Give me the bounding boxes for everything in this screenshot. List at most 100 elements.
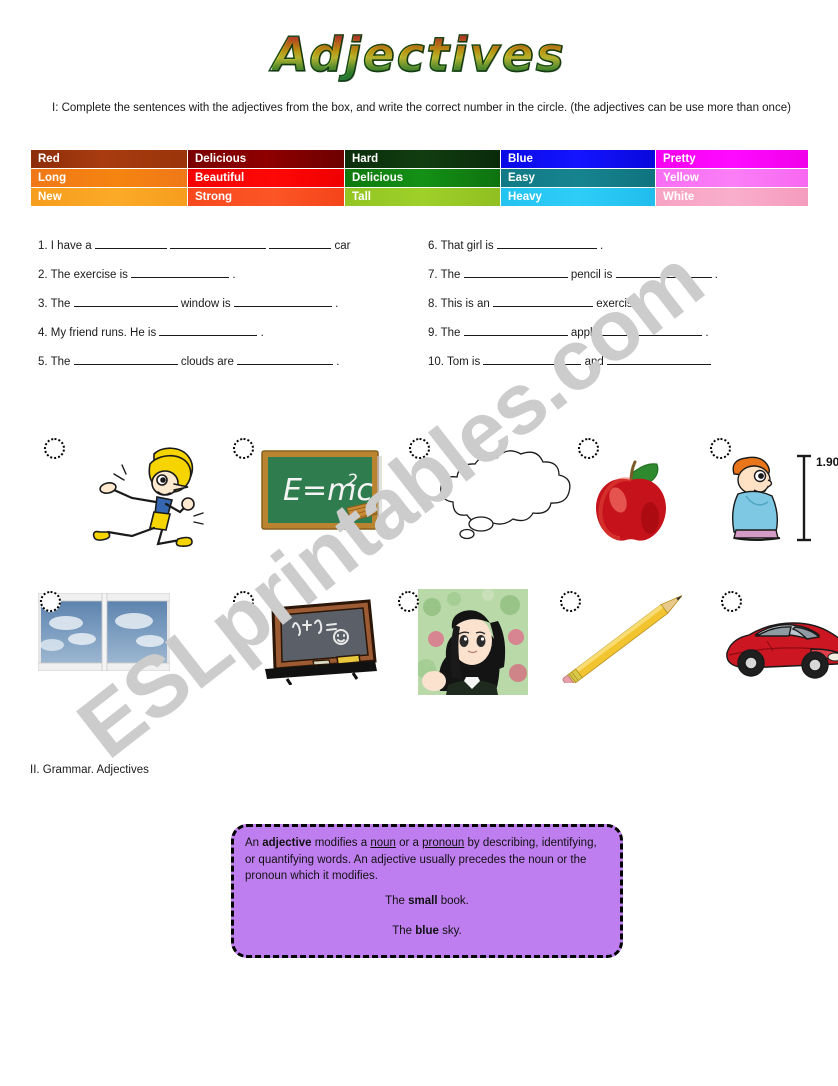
- period: .: [335, 298, 339, 310]
- answer-circle[interactable]: [40, 591, 61, 612]
- blank-field[interactable]: [269, 236, 332, 249]
- word-cell-white: White: [655, 187, 809, 207]
- sentence-1-text: 1. I have a: [38, 240, 92, 252]
- word-cell-blue: Blue: [500, 149, 656, 169]
- answer-circle[interactable]: [233, 591, 254, 612]
- adjective-word-bank: Red Delicious Hard Blue Pretty Long Beau…: [30, 149, 809, 207]
- gb-term-adjective: adjective: [262, 837, 312, 849]
- measurement-label: 1.90 mts.: [816, 455, 838, 469]
- gb-ex1-a: The: [385, 895, 409, 907]
- gb-ex2-adjective: blue: [415, 925, 439, 937]
- blank-field[interactable]: [602, 323, 703, 336]
- svg-text:E=mc: E=mc: [283, 473, 373, 508]
- word-cell-pretty: Pretty: [655, 149, 809, 169]
- picture-cell-red-apple: [540, 432, 700, 552]
- period: .: [600, 240, 604, 252]
- blank-field[interactable]: [170, 236, 267, 249]
- word-cell-beautiful: Beautiful: [187, 168, 345, 188]
- red-apple-icon: [596, 460, 666, 541]
- sentence-7-text-b: pencil is: [570, 269, 613, 281]
- dark-chalkboard-icon: [265, 599, 377, 685]
- picture-cell-green-chalkboard: E=mc 2: [225, 432, 405, 552]
- sentence-7: 7. The pencil is .: [428, 265, 818, 294]
- gb-term-pronoun: pronoun: [422, 837, 465, 849]
- blank-field[interactable]: [615, 265, 712, 278]
- word-cell-long: Long: [30, 168, 188, 188]
- grammar-definition-box: An adjective modifies a noun or a pronou…: [231, 824, 623, 958]
- page-title-text: Adjectives: [272, 27, 566, 84]
- picture-cell-running-woman: [30, 432, 225, 552]
- sentence-6-text: 6. That girl is: [428, 240, 494, 252]
- picture-cell-dark-chalkboard: [225, 585, 405, 700]
- word-cell-yellow: Yellow: [655, 168, 809, 188]
- sentences-column-left: 1. I have a car 2. The exercise is . 3. …: [38, 236, 418, 381]
- gb-ex2-a: The: [392, 925, 416, 937]
- answer-circle[interactable]: [44, 438, 65, 459]
- blank-field[interactable]: [483, 352, 582, 365]
- period: .: [260, 327, 264, 339]
- sentence-10-text-a: 10. Tom is: [428, 356, 481, 368]
- answer-circle[interactable]: [721, 591, 742, 612]
- sentences-column-right: 6. That girl is . 7. The pencil is . 8. …: [428, 236, 818, 381]
- sentence-5-text-a: 5. The: [38, 356, 71, 368]
- sentence-9-text-b: apple: [570, 327, 599, 339]
- sentence-4-text: 4. My friend runs. He is: [38, 327, 157, 339]
- picture-cell-anime-girl: [388, 585, 550, 700]
- table-row: Red Delicious Hard Blue Pretty: [30, 149, 809, 169]
- sentence-8-text-b: exercise.: [596, 298, 643, 310]
- gb-ex1-c: book.: [437, 895, 469, 907]
- sentence-1-tail: car: [334, 240, 351, 252]
- gb-text-2: modifies a: [311, 837, 371, 849]
- blank-field[interactable]: [73, 294, 178, 307]
- period: .: [336, 356, 340, 368]
- blank-field[interactable]: [493, 294, 593, 307]
- sentence-10-text-b: and: [584, 356, 604, 368]
- sentence-5: 5. The clouds are .: [38, 352, 418, 381]
- blank-field[interactable]: [496, 236, 597, 249]
- blank-field[interactable]: [159, 323, 258, 336]
- picture-cell-red-sports-car: [695, 585, 838, 700]
- word-cell-strong: Strong: [187, 187, 345, 207]
- section-two-heading: II. Grammar. Adjectives: [30, 764, 149, 776]
- word-cell-hard: Hard: [344, 149, 501, 169]
- blank-field[interactable]: [237, 352, 334, 365]
- tall-man-icon: 1.90 mts.: [731, 454, 838, 542]
- answer-circle[interactable]: [233, 438, 254, 459]
- running-woman-icon: [92, 447, 204, 547]
- answer-circle[interactable]: [560, 591, 581, 612]
- blank-field[interactable]: [463, 265, 568, 278]
- word-cell-heavy: Heavy: [500, 187, 656, 207]
- period: .: [714, 269, 718, 281]
- sentence-4: 4. My friend runs. He is .: [38, 323, 418, 352]
- page-title: Adjectives: [0, 27, 838, 84]
- word-cell-new: New: [30, 187, 188, 207]
- answer-circle[interactable]: [710, 438, 731, 459]
- grammar-example-2: The blue sky.: [234, 925, 620, 937]
- sentence-6: 6. That girl is .: [428, 236, 818, 265]
- sentence-2-text: 2. The exercise is: [38, 269, 128, 281]
- anime-girl-icon: [418, 589, 528, 695]
- picture-row-2: [30, 585, 838, 700]
- sentence-3-text-a: 3. The: [38, 298, 71, 310]
- grammar-definition-text: An adjective modifies a noun or a pronou…: [245, 835, 605, 885]
- answer-circle[interactable]: [398, 591, 419, 612]
- blank-field[interactable]: [607, 352, 711, 365]
- sentence-10: 10. Tom is and: [428, 352, 818, 381]
- blank-field[interactable]: [233, 294, 332, 307]
- blank-field[interactable]: [463, 323, 568, 336]
- svg-text:2: 2: [347, 471, 358, 491]
- exercise-instructions: I: Complete the sentences with the adjec…: [52, 102, 791, 114]
- blank-field[interactable]: [131, 265, 230, 278]
- picture-cell-yellow-pencil: [550, 585, 705, 700]
- picture-row-1: E=mc 2 1.90: [30, 432, 838, 552]
- word-cell-red: Red: [30, 149, 188, 169]
- table-row: New Strong Tall Heavy White: [30, 187, 809, 207]
- blank-field[interactable]: [73, 352, 178, 365]
- answer-circle[interactable]: [409, 438, 430, 459]
- red-sports-car-icon: [726, 622, 838, 679]
- sentence-5-text-b: clouds are: [180, 356, 234, 368]
- sentence-3-text-b: window is: [180, 298, 231, 310]
- blank-field[interactable]: [94, 236, 167, 249]
- answer-circle[interactable]: [578, 438, 599, 459]
- gb-term-noun: noun: [370, 837, 396, 849]
